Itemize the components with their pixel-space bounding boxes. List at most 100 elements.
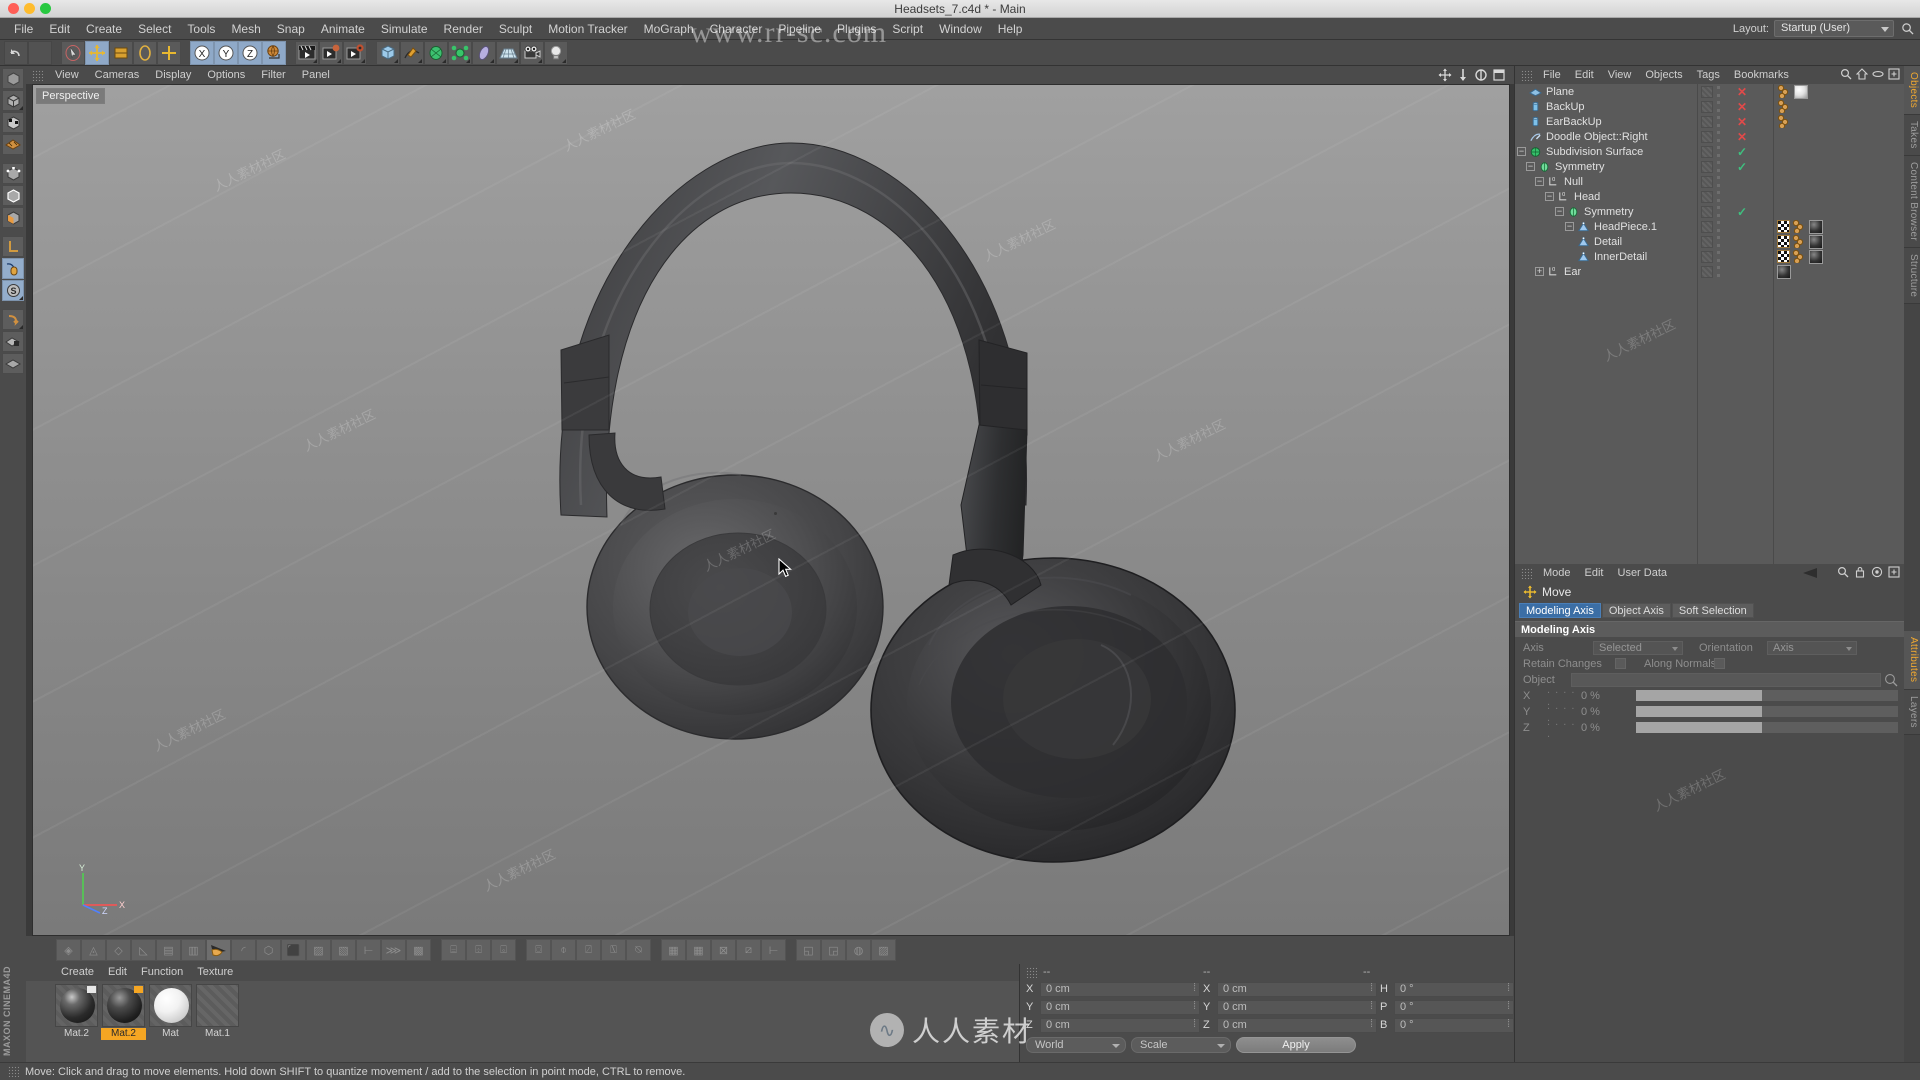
expander-toggle[interactable]: − [1535, 177, 1544, 186]
viewport-menu-display[interactable]: Display [147, 66, 199, 84]
uv-polygon-button[interactable]: ◲ [821, 939, 846, 961]
add-camera-button[interactable] [520, 40, 544, 65]
layer-swatch[interactable] [1701, 130, 1713, 143]
extrude-button[interactable]: ⌼ [526, 939, 551, 961]
panel-grip-icon[interactable] [1521, 69, 1532, 81]
add-modeling-object-button[interactable] [448, 40, 472, 65]
uv-edit-button[interactable]: ◱ [796, 939, 821, 961]
texture-axis-button[interactable] [2, 134, 24, 155]
render-view-button[interactable] [295, 40, 319, 65]
object-row-plane[interactable]: Plane ✕ [1515, 84, 1904, 99]
workplane-button[interactable] [2, 309, 24, 330]
grid-snap-button[interactable]: ▦ [661, 939, 686, 961]
lock-workplane-button[interactable] [2, 331, 24, 352]
flatten-tool-button[interactable]: ◺ [131, 939, 156, 961]
material-menu-create[interactable]: Create [54, 964, 101, 981]
chain-tag-icon[interactable] [1777, 115, 1792, 128]
perspective-viewport[interactable]: Perspective Y X Z [32, 84, 1510, 936]
om-menu-edit[interactable]: Edit [1568, 66, 1601, 84]
visibility-controls[interactable] [1701, 85, 1720, 98]
x-value[interactable]: 0 % [1581, 690, 1636, 702]
object-axis-button[interactable] [2, 236, 24, 257]
menu-motion-tracker[interactable]: Motion Tracker [540, 18, 635, 40]
object-row-earbackup[interactable]: EarBackUp ✕ [1515, 114, 1904, 129]
enable-axis-button[interactable] [2, 258, 24, 279]
object-row-head[interactable]: − 0 Head [1515, 189, 1904, 204]
rot-b-field[interactable]: 0 ° [1394, 1017, 1514, 1033]
layer-swatch[interactable] [1701, 100, 1713, 113]
coordinate-system-dropdown[interactable]: World [1026, 1037, 1126, 1053]
add-deformer-button[interactable] [472, 40, 496, 65]
ellipse-icon[interactable] [1872, 68, 1884, 80]
inflate-tool-button[interactable]: ⬛ [281, 939, 306, 961]
visibility-controls[interactable] [1701, 190, 1720, 203]
scale-tool-button[interactable] [109, 40, 133, 65]
subdivide-button[interactable]: ▧ [331, 939, 356, 961]
pinch-tool-button[interactable]: ◜ [231, 939, 256, 961]
close-window-button[interactable] [8, 3, 19, 14]
visibility-controls[interactable] [1701, 265, 1720, 278]
pull-tool-button[interactable]: ◬ [81, 939, 106, 961]
om-menu-view[interactable]: View [1601, 66, 1639, 84]
object-row-backup[interactable]: BackUp ✕ [1515, 99, 1904, 114]
visibility-dots-icon[interactable] [1717, 116, 1720, 127]
orbit-camera-icon[interactable] [1474, 68, 1488, 82]
layer-swatch[interactable] [1701, 160, 1713, 173]
fill-tool-button[interactable]: ▨ [306, 939, 331, 961]
tab-soft-selection[interactable]: Soft Selection [1671, 603, 1754, 618]
add-layer-icon[interactable] [1888, 68, 1900, 80]
object-row-innerdetail[interactable]: InnerDetail [1515, 249, 1904, 264]
rotate-tool-button[interactable] [133, 40, 157, 65]
mirror-button[interactable]: ⊢ [356, 939, 381, 961]
layer-swatch[interactable] [1701, 265, 1713, 278]
orientation-dropdown[interactable]: Axis [1767, 640, 1857, 655]
pos-y-field[interactable]: 0 cm [1040, 999, 1200, 1015]
render-region-button[interactable] [319, 40, 343, 65]
axis-tool-button[interactable] [157, 40, 181, 65]
vtab-structure[interactable]: Structure [1904, 247, 1920, 304]
visibility-dots-icon[interactable] [1717, 191, 1720, 202]
vtab-layers[interactable]: Layers [1904, 689, 1920, 735]
expander-toggle[interactable]: + [1535, 267, 1544, 276]
disabled-mark-icon[interactable]: ✕ [1737, 115, 1747, 129]
material-item[interactable]: Mat [148, 984, 193, 1040]
object-row-null[interactable]: − 0 Null [1515, 174, 1904, 189]
visibility-controls[interactable] [1701, 115, 1720, 128]
menu-script[interactable]: Script [884, 18, 931, 40]
material-menu-texture[interactable]: Texture [190, 964, 240, 981]
add-environment-button[interactable] [496, 40, 520, 65]
expander-toggle[interactable]: − [1565, 222, 1574, 231]
visibility-controls[interactable] [1701, 130, 1720, 143]
stamp-button[interactable]: ▩ [406, 939, 431, 961]
undo-button[interactable] [4, 40, 28, 65]
expander-toggle[interactable]: − [1526, 162, 1535, 171]
object-row-doodle[interactable]: Doodle Object::Right ✕ [1515, 129, 1904, 144]
visibility-dots-icon[interactable] [1717, 86, 1720, 97]
om-menu-tags[interactable]: Tags [1690, 66, 1727, 84]
disabled-mark-icon[interactable]: ✕ [1737, 100, 1747, 114]
visibility-controls[interactable] [1701, 145, 1720, 158]
om-menu-file[interactable]: File [1536, 66, 1568, 84]
expander-toggle[interactable]: − [1545, 192, 1554, 201]
add-cube-button[interactable] [376, 40, 400, 65]
material-tag-icon[interactable] [1809, 249, 1823, 264]
visibility-controls[interactable] [1701, 175, 1720, 188]
object-row-subdivision-surface[interactable]: − Subdivision Surface ✓ [1515, 144, 1904, 159]
menu-snap[interactable]: Snap [269, 18, 313, 40]
vtab-objects[interactable]: Objects [1904, 66, 1920, 116]
chain-tag-icon[interactable] [1792, 235, 1807, 248]
lock-z-axis-button[interactable]: Z [238, 40, 262, 65]
rot-p-field[interactable]: 0 ° [1394, 999, 1514, 1015]
vtab-content-browser[interactable]: Content Browser [1904, 155, 1920, 248]
enabled-mark-icon[interactable]: ✓ [1737, 145, 1747, 159]
texture-tag-icon[interactable] [1777, 220, 1790, 233]
world-coordinate-button[interactable] [262, 40, 286, 65]
add-light-button[interactable] [544, 40, 568, 65]
size-x-field[interactable]: 0 cm [1217, 981, 1377, 997]
menu-mesh[interactable]: Mesh [223, 18, 268, 40]
visibility-dots-icon[interactable] [1717, 236, 1720, 247]
menu-plugins[interactable]: Plugins [829, 18, 884, 40]
menu-create[interactable]: Create [78, 18, 130, 40]
home-icon[interactable] [1856, 68, 1868, 80]
tab-modeling-axis[interactable]: Modeling Axis [1519, 603, 1601, 618]
